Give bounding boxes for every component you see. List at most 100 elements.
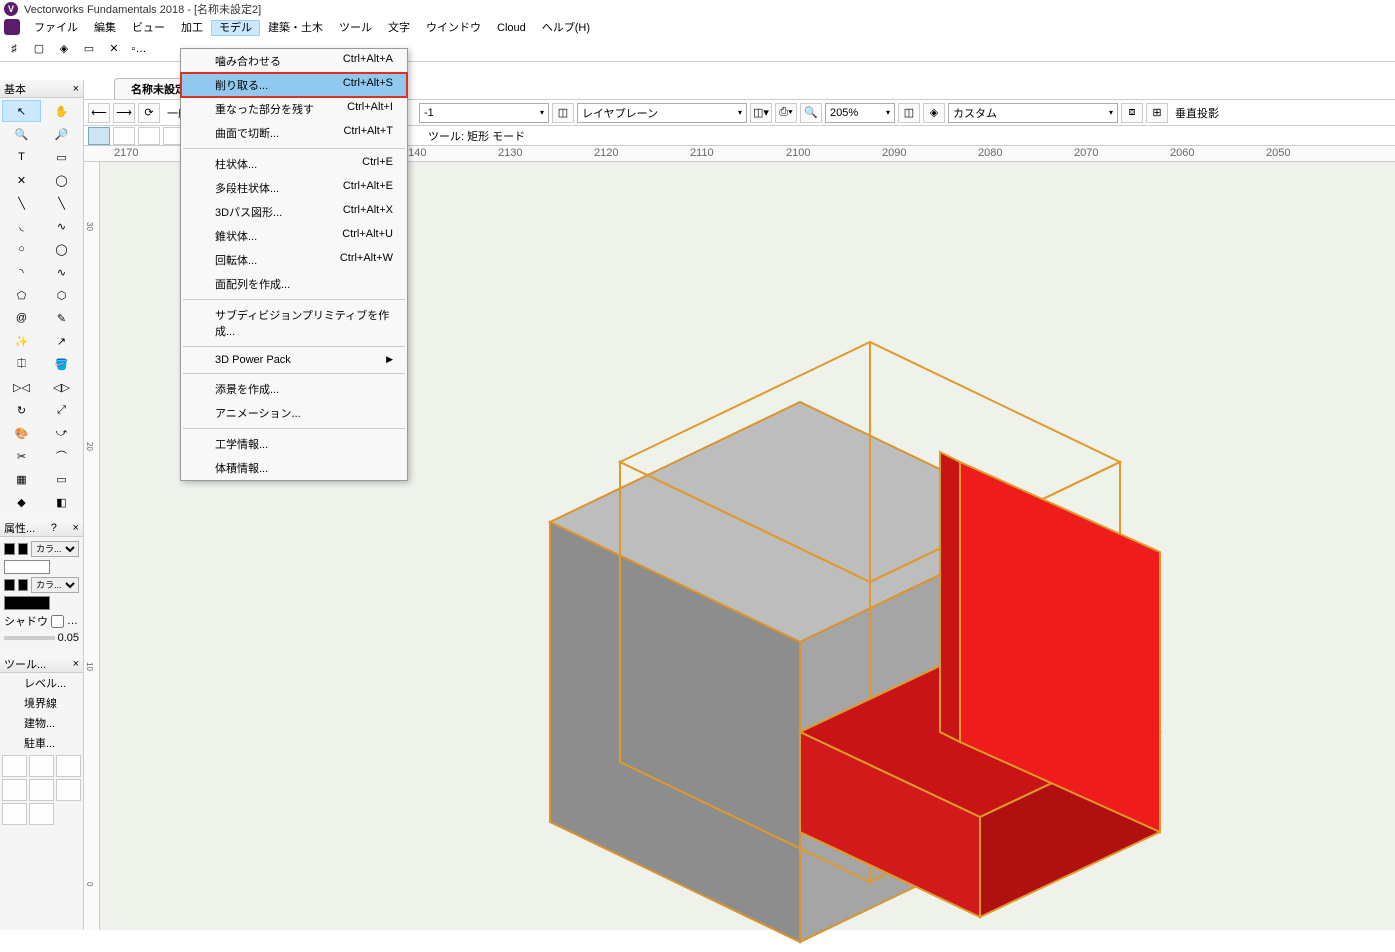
pan-tool[interactable]: ✋ <box>42 100 81 122</box>
view-close-icon[interactable]: ✕ <box>102 38 126 60</box>
menu-item-重なった部分を残す[interactable]: 重なった部分を残すCtrl+Alt+I <box>181 97 407 121</box>
toolset-icon[interactable] <box>2 803 27 825</box>
help-icon[interactable]: ? <box>51 522 57 534</box>
menu-文字[interactable]: 文字 <box>380 20 418 36</box>
quarter-arc-tool[interactable]: ◝ <box>2 261 41 283</box>
fill-color-select[interactable]: カラ... <box>31 541 79 557</box>
pen-color-select[interactable]: カラ... <box>31 577 79 593</box>
text-tool[interactable]: T <box>2 146 41 168</box>
menu-item-噛み合わせる[interactable]: 噛み合わせるCtrl+Alt+A <box>181 49 407 73</box>
mode-btn-3[interactable] <box>138 127 160 145</box>
layer-select[interactable]: レイヤプレーン▾ <box>577 103 747 123</box>
close-icon[interactable]: × <box>73 522 79 534</box>
symbol-tool[interactable]: ◆ <box>2 491 41 513</box>
spiral-tool[interactable]: ∿ <box>42 261 81 283</box>
wand-tool[interactable]: ✨ <box>2 330 41 352</box>
view-more-icon[interactable]: ▫… <box>127 38 151 60</box>
zoom-tool[interactable]: 🔍 <box>2 123 41 145</box>
menu-建築・土木[interactable]: 建築・土木 <box>260 20 331 36</box>
polyline-tool[interactable]: ⬡ <box>42 284 81 306</box>
toolset-icon[interactable] <box>29 755 54 777</box>
menu-ウインドウ[interactable]: ウインドウ <box>418 20 489 36</box>
nav-back-button[interactable]: ⟵ <box>88 103 110 123</box>
toolset-icon[interactable] <box>2 779 27 801</box>
render-select[interactable]: カスタム▾ <box>948 103 1118 123</box>
view-plan-icon[interactable]: ▭ <box>77 38 101 60</box>
fill-swatch-2[interactable] <box>18 543 29 555</box>
basic-palette-header[interactable]: 基本 × <box>0 80 83 98</box>
toolset-row[interactable]: 境界線 <box>0 693 83 713</box>
arc-tool[interactable]: ◟ <box>2 215 41 237</box>
class-options-button[interactable]: ◫ <box>552 103 574 123</box>
menu-item-体積情報...[interactable]: 体積情報... <box>181 456 407 480</box>
toolset-icon[interactable] <box>56 779 81 801</box>
view-grid-icon[interactable]: ♯ <box>2 38 26 60</box>
mirror-tool[interactable]: ▷◁ <box>2 376 41 398</box>
pen-preview[interactable] <box>4 596 50 610</box>
projection-button-2[interactable]: ⊞ <box>1146 103 1168 123</box>
paint-tool[interactable]: 🪣 <box>42 353 81 375</box>
menu-item-面配列を作成...[interactable]: 面配列を作成... <box>181 272 407 296</box>
menu-加工[interactable]: 加工 <box>173 20 211 36</box>
toolset-row[interactable]: 駐車... <box>0 733 83 753</box>
scale-tool[interactable]: ⤢ <box>42 399 81 421</box>
projection-button[interactable]: ⧈ <box>1121 103 1143 123</box>
shadow-checkbox[interactable] <box>51 615 64 628</box>
rect-tool[interactable]: ▭ <box>42 146 81 168</box>
fill-preview[interactable] <box>4 560 50 574</box>
close-icon[interactable]: × <box>73 83 79 95</box>
toolset-icon[interactable] <box>29 779 54 801</box>
menu-item-工学情報...[interactable]: 工学情報... <box>181 432 407 456</box>
class-select[interactable]: -1▾ <box>419 103 549 123</box>
delete-tool[interactable]: ✕ <box>2 169 41 191</box>
freehand-tool[interactable]: ∿ <box>42 215 81 237</box>
texture-tool[interactable]: ▦ <box>2 468 41 490</box>
gradient-tool[interactable]: ◧ <box>42 491 81 513</box>
lasso-tool[interactable]: ◯ <box>42 169 81 191</box>
nav-home-button[interactable]: ⟳ <box>138 103 160 123</box>
menu-item-3D Power Pack[interactable]: 3D Power Pack▶ <box>181 350 407 370</box>
menu-ビュー[interactable]: ビュー <box>124 20 173 36</box>
rotate-tool[interactable]: ↻ <box>2 399 41 421</box>
menu-ファイル[interactable]: ファイル <box>26 20 86 36</box>
toolset-row[interactable]: レベル... <box>0 673 83 693</box>
menu-モデル[interactable]: モデル <box>211 20 260 36</box>
zoom-select[interactable]: 205%▾ <box>825 103 895 123</box>
close-icon[interactable]: × <box>73 658 79 670</box>
layer-options-button[interactable]: ◫▾ <box>750 103 772 123</box>
menu-item-3Dパス図形...[interactable]: 3Dパス図形...Ctrl+Alt+X <box>181 200 407 224</box>
arrow-tool[interactable]: ↗ <box>42 330 81 352</box>
view-front-icon[interactable]: ▢ <box>27 38 51 60</box>
menu-item-錐状体...[interactable]: 錐状体...Ctrl+Alt+U <box>181 224 407 248</box>
trim-tool[interactable]: ✂ <box>2 445 41 467</box>
nav-fwd-button[interactable]: ⟶ <box>113 103 135 123</box>
zoom-tool-button[interactable]: 🔍 <box>800 103 822 123</box>
double-line-tool[interactable]: ╲ <box>42 192 81 214</box>
pen-swatch-2[interactable] <box>18 579 29 591</box>
fill-swatch[interactable] <box>4 543 15 555</box>
toolset-row[interactable]: 建物... <box>0 713 83 733</box>
fillet-tool[interactable]: ⌒ <box>42 445 81 467</box>
menu-ヘルプ(H)[interactable]: ヘルプ(H) <box>534 20 598 36</box>
menu-Cloud[interactable]: Cloud <box>489 20 534 36</box>
render-mode-button[interactable]: ◈ <box>923 103 945 123</box>
menu-item-サブディビジョンプリミティブを作成...[interactable]: サブディビジョンプリミティブを作成... <box>181 303 407 343</box>
view-iso-icon[interactable]: ◈ <box>52 38 76 60</box>
app-menu-icon[interactable] <box>4 19 20 35</box>
wall-tool[interactable]: ⎅ <box>2 353 41 375</box>
menu-ツール[interactable]: ツール <box>331 20 380 36</box>
shadow-slider[interactable] <box>4 636 55 640</box>
flyover-tool[interactable]: 🔎 <box>42 123 81 145</box>
curve-tool[interactable]: ⤻ <box>42 422 81 444</box>
circle-tool[interactable]: ○ <box>2 238 41 260</box>
attributes-header[interactable]: 属性... ? × <box>0 519 83 537</box>
menu-item-削り取る...[interactable]: 削り取る...Ctrl+Alt+S <box>181 73 407 97</box>
group-tool[interactable]: ▭ <box>42 468 81 490</box>
menu-item-アニメーション...[interactable]: アニメーション... <box>181 401 407 425</box>
spiral2-tool[interactable]: @ <box>2 307 41 329</box>
menu-item-柱状体...[interactable]: 柱状体...Ctrl+E <box>181 152 407 176</box>
fit-button[interactable]: ◫ <box>898 103 920 123</box>
menu-item-回転体...[interactable]: 回転体...Ctrl+Alt+W <box>181 248 407 272</box>
mirror2-tool[interactable]: ◁▷ <box>42 376 81 398</box>
menu-item-多段柱状体...[interactable]: 多段柱状体...Ctrl+Alt+E <box>181 176 407 200</box>
